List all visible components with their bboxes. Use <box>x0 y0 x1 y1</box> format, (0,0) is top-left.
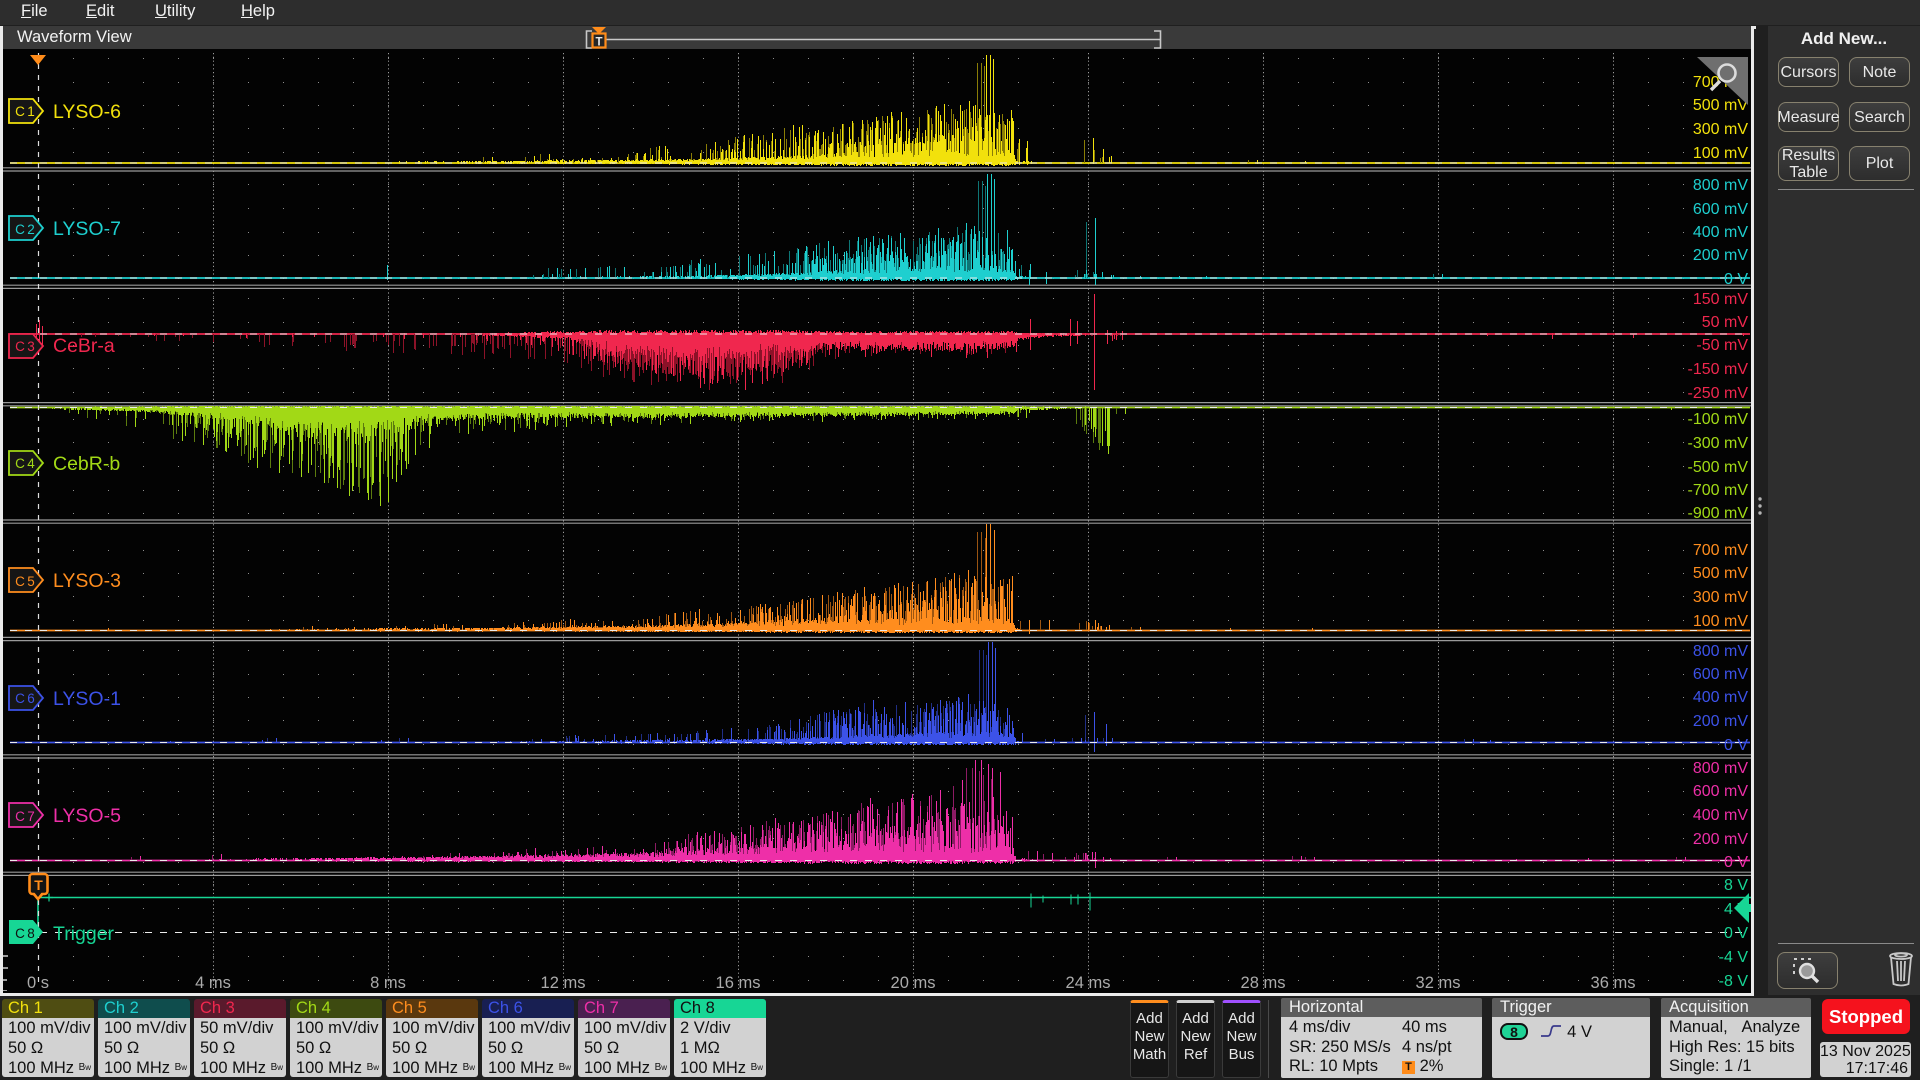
svg-text:LYSO-6: LYSO-6 <box>53 101 121 123</box>
svg-text:LYSO-3: LYSO-3 <box>53 570 121 592</box>
svg-text:LYSO-5: LYSO-5 <box>53 805 121 827</box>
svg-text:400 mV: 400 mV <box>1693 807 1748 824</box>
svg-text:4 ms: 4 ms <box>195 974 231 991</box>
svg-text:T: T <box>595 37 602 49</box>
svg-text:-900 mV: -900 mV <box>1688 505 1749 522</box>
svg-text:800 mV: 800 mV <box>1693 177 1748 194</box>
svg-text:100 mV: 100 mV <box>1693 613 1748 630</box>
svg-text:800 mV: 800 mV <box>1693 760 1748 777</box>
svg-text:-250 mV: -250 mV <box>1688 385 1749 402</box>
svg-text:-8 V: -8 V <box>1719 973 1749 990</box>
svg-text:0 V: 0 V <box>1724 737 1748 754</box>
svg-text:0 V: 0 V <box>1724 925 1748 942</box>
svg-text:500 mV: 500 mV <box>1693 97 1748 114</box>
svg-text:20 ms: 20 ms <box>891 974 936 991</box>
svg-text:24 ms: 24 ms <box>1066 974 1111 991</box>
svg-text:0 V: 0 V <box>1724 854 1748 871</box>
svg-text:Trigger: Trigger <box>53 923 115 945</box>
svg-text:-50 mV: -50 mV <box>1696 337 1748 354</box>
svg-text:600 mV: 600 mV <box>1693 201 1748 218</box>
svg-text:C: C <box>15 926 25 941</box>
svg-text:100 mV: 100 mV <box>1693 145 1748 162</box>
svg-text:12 ms: 12 ms <box>541 974 586 991</box>
svg-text:-300 mV: -300 mV <box>1688 435 1749 452</box>
svg-text:2: 2 <box>27 222 35 237</box>
svg-text:-4 V: -4 V <box>1719 949 1749 966</box>
svg-text:6: 6 <box>27 691 35 706</box>
svg-text:500 mV: 500 mV <box>1693 565 1748 582</box>
svg-text:5: 5 <box>27 574 35 589</box>
svg-text:0 V: 0 V <box>1724 271 1748 288</box>
svg-text:300 mV: 300 mV <box>1693 589 1748 606</box>
svg-text:3: 3 <box>27 339 35 354</box>
svg-text:C: C <box>15 809 25 824</box>
svg-text:600 mV: 600 mV <box>1693 666 1748 683</box>
svg-text:C: C <box>15 574 25 589</box>
svg-text:C: C <box>15 691 25 706</box>
svg-text:16 ms: 16 ms <box>716 974 761 991</box>
svg-text:400 mV: 400 mV <box>1693 689 1748 706</box>
svg-text:CeBr-a: CeBr-a <box>53 335 115 357</box>
svg-text:8 V: 8 V <box>1724 877 1748 894</box>
svg-text:T: T <box>34 877 43 893</box>
svg-text:C: C <box>15 222 25 237</box>
svg-text:600 mV: 600 mV <box>1693 783 1748 800</box>
svg-text:1: 1 <box>27 104 35 119</box>
svg-text:8 ms: 8 ms <box>370 974 406 991</box>
svg-text:C: C <box>15 339 25 354</box>
svg-text:50 mV: 50 mV <box>1702 314 1749 331</box>
svg-text:LYSO-7: LYSO-7 <box>53 218 121 240</box>
svg-text:LYSO-1: LYSO-1 <box>53 688 121 710</box>
svg-text:800 mV: 800 mV <box>1693 643 1748 660</box>
svg-text:200 mV: 200 mV <box>1693 831 1748 848</box>
svg-text:400 mV: 400 mV <box>1693 224 1748 241</box>
svg-text:-150 mV: -150 mV <box>1688 361 1749 378</box>
svg-text:32 ms: 32 ms <box>1416 974 1461 991</box>
svg-text:150 mV: 150 mV <box>1693 291 1748 308</box>
svg-text:CebR-b: CebR-b <box>53 453 120 475</box>
svg-text:36 ms: 36 ms <box>1591 974 1636 991</box>
svg-text:7: 7 <box>27 809 35 824</box>
svg-text:8: 8 <box>27 926 35 941</box>
svg-text:700 mV: 700 mV <box>1693 542 1748 559</box>
svg-text:4: 4 <box>27 456 35 471</box>
svg-text:-100 mV: -100 mV <box>1688 411 1749 428</box>
svg-text:-500 mV: -500 mV <box>1688 459 1749 476</box>
svg-text:C: C <box>15 104 25 119</box>
svg-text:C: C <box>15 456 25 471</box>
svg-text:200 mV: 200 mV <box>1693 713 1748 730</box>
svg-text:300 mV: 300 mV <box>1693 121 1748 138</box>
svg-text:28 ms: 28 ms <box>1241 974 1286 991</box>
svg-text:0 s: 0 s <box>27 974 49 991</box>
svg-text:200 mV: 200 mV <box>1693 247 1748 264</box>
svg-text:-700 mV: -700 mV <box>1688 482 1749 499</box>
